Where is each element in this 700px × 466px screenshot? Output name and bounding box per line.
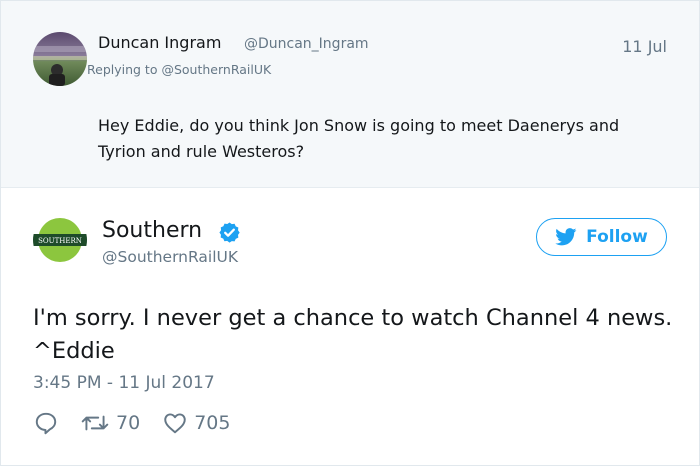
reply-button[interactable] — [33, 410, 59, 436]
southern-logo-avatar[interactable]: SOUTHERN — [33, 213, 87, 267]
tweet-actions: 70 705 — [33, 408, 230, 438]
like-count: 705 — [194, 412, 231, 434]
replying-to-handle[interactable]: @SouthernRailUK — [161, 62, 271, 77]
like-button[interactable]: 705 — [162, 410, 230, 436]
tweet-text: I'm sorry. I never get a chance to watch… — [33, 305, 673, 364]
author-name[interactable]: Southern — [102, 218, 202, 243]
parent-reply: Duncan Ingram @Duncan_Ingram 11 Jul Repl… — [1, 1, 699, 188]
retweet-count: 70 — [116, 412, 141, 434]
follow-button[interactable]: Follow — [536, 218, 667, 256]
heart-icon — [164, 413, 186, 434]
tweet-timestamp[interactable]: 3:45 PM - 11 Jul 2017 — [33, 373, 215, 393]
reply-text: Hey Eddie, do you think Jon Snow is goin… — [98, 116, 620, 161]
logo-wordmark: SOUTHERN — [38, 237, 82, 245]
verified-badge-icon — [219, 222, 240, 243]
tweet-card: Duncan Ingram @Duncan_Ingram 11 Jul Repl… — [0, 0, 700, 466]
retweet-icon — [81, 415, 109, 431]
reply-author-handle[interactable]: @Duncan_Ingram — [244, 36, 369, 52]
author-handle[interactable]: @SouthernRailUK — [102, 248, 238, 266]
reply-date[interactable]: 11 Jul — [622, 37, 667, 56]
reply-author-avatar[interactable] — [33, 32, 87, 86]
retweet-button[interactable]: 70 — [80, 410, 140, 436]
reply-author-name[interactable]: Duncan Ingram — [98, 33, 221, 52]
replying-to-line: Replying to @SouthernRailUK — [87, 62, 271, 77]
replying-to-label: Replying to — [87, 62, 158, 77]
twitter-bird-icon — [555, 228, 577, 246]
follow-label: Follow — [586, 227, 648, 247]
reply-bubble-icon — [35, 412, 57, 435]
